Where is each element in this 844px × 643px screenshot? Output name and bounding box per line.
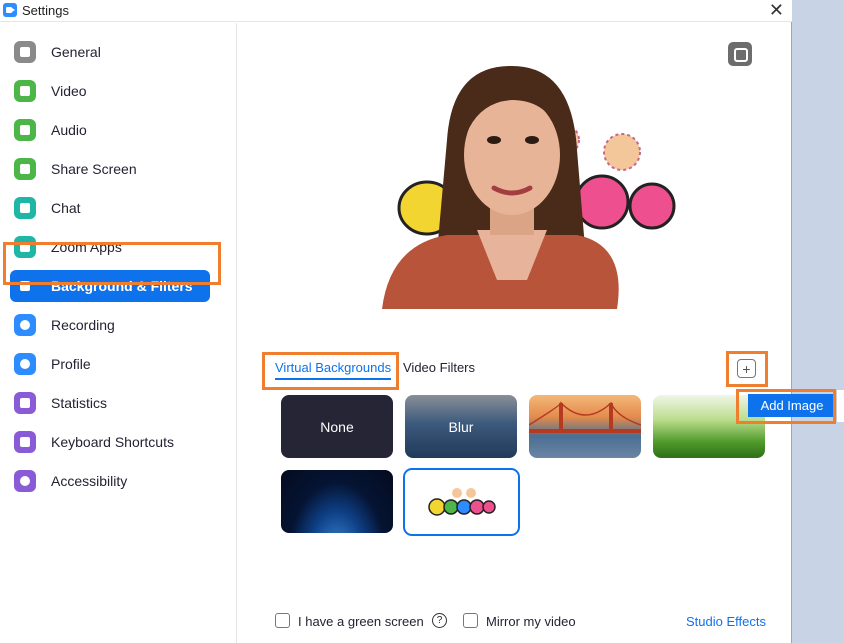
chat-bubble-icon bbox=[14, 197, 36, 219]
highlight-box-tab bbox=[262, 352, 399, 390]
sidebar-item-accessibility[interactable]: Accessibility bbox=[10, 465, 210, 497]
background-thumb-english[interactable] bbox=[403, 468, 520, 536]
thumb-label: Blur bbox=[448, 418, 474, 435]
sidebar-item-label: Accessibility bbox=[51, 473, 128, 489]
sidebar-item-label: Share Screen bbox=[51, 161, 137, 177]
help-icon[interactable]: ? bbox=[432, 613, 447, 628]
mirror-video-label: Mirror my video bbox=[486, 614, 576, 629]
video-preview bbox=[272, 30, 777, 309]
bridge-image bbox=[529, 401, 641, 433]
tab-video-filters[interactable]: Video Filters bbox=[403, 360, 475, 375]
green-screen-label: I have a green screen bbox=[298, 614, 424, 629]
settings-window: Settings ✕ General Video Audio Share Scr… bbox=[0, 0, 792, 643]
profile-icon bbox=[14, 353, 36, 375]
title-bar: Settings ✕ bbox=[0, 0, 792, 22]
sidebar-item-audio[interactable]: Audio bbox=[10, 114, 210, 146]
highlight-box-sidebar bbox=[3, 242, 221, 285]
sidebar-item-share-screen[interactable]: Share Screen bbox=[10, 153, 210, 185]
green-screen-checkbox[interactable] bbox=[275, 613, 290, 628]
video-preview-image bbox=[272, 30, 777, 309]
rotate-camera-button[interactable] bbox=[728, 42, 752, 66]
record-icon bbox=[14, 314, 36, 336]
bar-chart-icon bbox=[14, 392, 36, 414]
video-camera-icon bbox=[14, 80, 36, 102]
footer-options: I have a green screen ? Mirror my video … bbox=[275, 612, 775, 632]
thumb-label: None bbox=[320, 418, 354, 435]
sidebar-item-label: Profile bbox=[51, 356, 91, 372]
sidebar-item-statistics[interactable]: Statistics bbox=[10, 387, 210, 419]
background-thumb-golden-gate[interactable] bbox=[529, 395, 641, 458]
mirror-video-checkbox[interactable] bbox=[463, 613, 478, 628]
sidebar-item-label: Statistics bbox=[51, 395, 108, 411]
headphones-icon bbox=[14, 119, 36, 141]
sidebar-item-label: Keyboard Shortcuts bbox=[51, 434, 174, 450]
background-thumb-none[interactable]: None bbox=[281, 395, 393, 458]
sidebar-item-profile[interactable]: Profile bbox=[10, 348, 210, 380]
sidebar-item-label: Audio bbox=[51, 122, 87, 138]
sidebar-item-general[interactable]: General bbox=[10, 36, 210, 68]
zoom-app-icon bbox=[3, 3, 17, 17]
sidebar-item-recording[interactable]: Recording bbox=[10, 309, 210, 341]
sidebar-item-video[interactable]: Video bbox=[10, 75, 210, 107]
sidebar-item-label: General bbox=[51, 44, 101, 60]
english-sticker-image bbox=[427, 488, 496, 516]
accessibility-icon bbox=[14, 470, 36, 492]
background-thumb-earth[interactable] bbox=[281, 470, 393, 533]
sidebar-item-label: Recording bbox=[51, 317, 115, 333]
highlight-box-add-image bbox=[736, 389, 836, 424]
sidebar-item-keyboard-shortcuts[interactable]: Keyboard Shortcuts bbox=[10, 426, 210, 458]
highlight-box-add bbox=[726, 351, 768, 387]
share-screen-icon bbox=[14, 158, 36, 180]
sidebar: General Video Audio Share Screen Chat Zo… bbox=[0, 23, 237, 643]
sidebar-item-chat[interactable]: Chat bbox=[10, 192, 210, 224]
studio-effects-link[interactable]: Studio Effects bbox=[686, 614, 766, 629]
sidebar-item-label: Video bbox=[51, 83, 87, 99]
window-title: Settings bbox=[22, 3, 69, 18]
keyboard-icon bbox=[14, 431, 36, 453]
background-thumb-blur[interactable]: Blur bbox=[405, 395, 517, 458]
add-menu-edge bbox=[836, 390, 844, 422]
sidebar-item-label: Chat bbox=[51, 200, 81, 216]
gear-icon bbox=[14, 41, 36, 63]
close-icon[interactable]: ✕ bbox=[769, 0, 784, 20]
